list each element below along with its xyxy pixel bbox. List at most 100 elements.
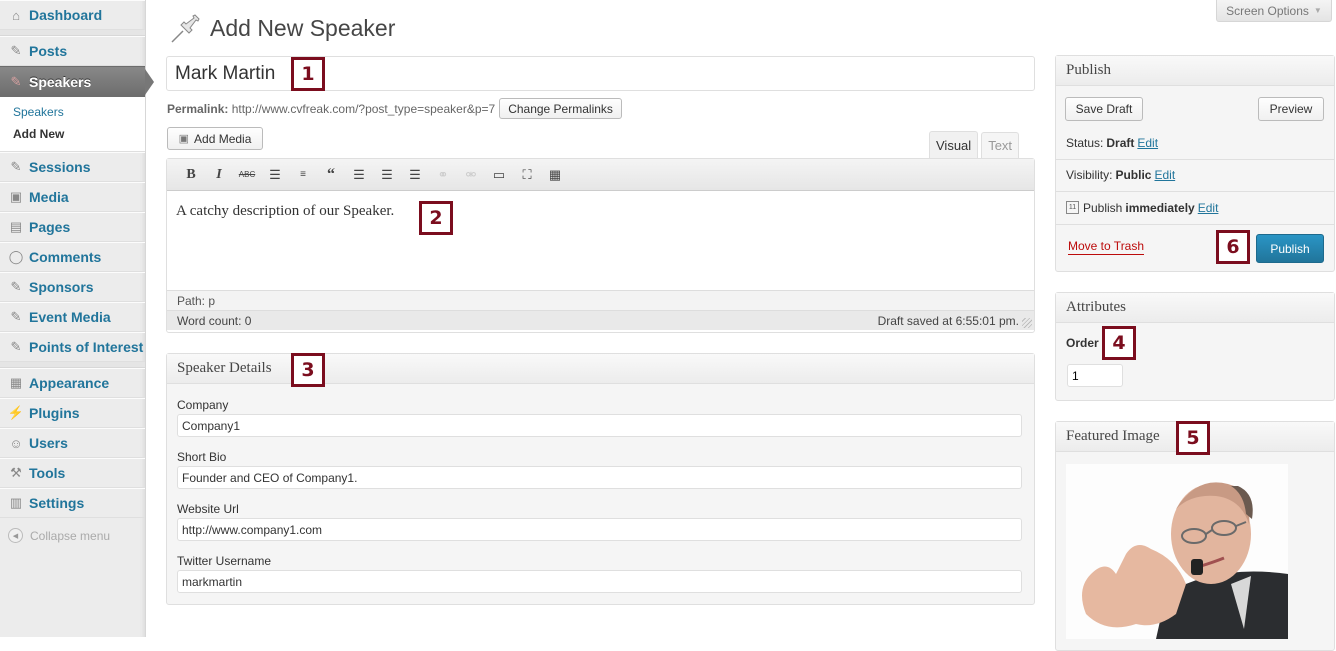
submenu-all-speakers[interactable]: Speakers (13, 101, 145, 123)
sidebar-item-pages[interactable]: ▤ Pages (0, 212, 145, 242)
featured-image[interactable] (1066, 464, 1288, 639)
draft-saved-status: Draft saved at 6:55:01 pm. (877, 314, 1019, 328)
editor-toolbar: B I ABC ☰ ≡ “ ☰ ☰ ☰ ⚭ ⚮ ▭ ⛶ ▦ (167, 159, 1034, 191)
resize-handle[interactable] (1022, 318, 1032, 328)
screen-options-label: Screen Options (1226, 3, 1309, 18)
sidebar-item-users[interactable]: ☺ Users (0, 428, 145, 458)
speakers-submenu: Speakers Add New (0, 97, 145, 152)
short-bio-input[interactable] (177, 466, 1022, 489)
sidebar-item-tools[interactable]: ⚒ Tools (0, 458, 145, 488)
align-left-button[interactable]: ☰ (345, 163, 373, 187)
sidebar-item-label: Sessions (29, 159, 91, 175)
sidebar-item-label: Sponsors (29, 279, 94, 295)
editor-path: Path: p (167, 290, 1034, 310)
screen-options-button[interactable]: Screen Options ▼ (1216, 0, 1332, 22)
move-to-trash-link[interactable]: Move to Trash (1068, 239, 1145, 255)
annotation-badge-5: 5 (1176, 421, 1210, 455)
align-center-button[interactable]: ☰ (373, 163, 401, 187)
publish-actions: Move to Trash Publish (1056, 224, 1334, 271)
sidebar-item-speakers[interactable]: ✎ Speakers (0, 66, 154, 97)
save-draft-button[interactable]: Save Draft (1065, 97, 1143, 121)
pushpin-icon: ✎ (10, 43, 22, 58)
calendar-icon: 11 (1066, 201, 1079, 214)
status-value: Draft (1106, 136, 1135, 150)
bullet-list-button[interactable]: ☰ (261, 163, 289, 187)
order-input[interactable] (1067, 364, 1123, 387)
sidebar-item-appearance[interactable]: ▦ Appearance (0, 368, 145, 398)
collapse-menu-button[interactable]: ◀ Collapse menu (0, 518, 145, 543)
featured-image-box: Featured Image (1055, 421, 1335, 651)
submenu-add-new[interactable]: Add New (13, 123, 145, 145)
kitchen-sink-icon: ▦ (548, 166, 562, 182)
website-url-input[interactable] (177, 518, 1022, 541)
pages-icon: ▤ (9, 219, 23, 234)
collapse-arrow-icon: ◀ (8, 528, 23, 543)
tab-visual[interactable]: Visual (929, 131, 979, 159)
attributes-box: Attributes Order (1055, 292, 1335, 401)
twitter-username-input[interactable] (177, 570, 1022, 593)
sidebar-item-label: Dashboard (29, 7, 103, 23)
permalink-url[interactable]: http://www.cvfreak.com/?post_type=speake… (232, 102, 495, 116)
sidebar-item-label: Pages (29, 219, 71, 235)
publish-date-value: immediately (1125, 200, 1195, 215)
sidebar-item-plugins[interactable]: ⚡ Plugins (0, 398, 145, 428)
bold-button[interactable]: B (177, 163, 205, 187)
fullscreen-button[interactable]: ⛶ (513, 163, 541, 187)
attributes-title: Attributes (1056, 293, 1334, 323)
remove-link-button[interactable]: ⚮ (457, 163, 485, 187)
sidebar-item-label: Media (29, 189, 69, 205)
publish-box: Publish Save Draft Preview Status: Draft… (1055, 55, 1335, 272)
edit-visibility-link[interactable]: Edit (1154, 168, 1175, 182)
company-label: Company (177, 398, 229, 412)
publish-button[interactable]: Publish (1256, 234, 1324, 263)
bullet-list-icon: ☰ (269, 166, 281, 182)
strikethrough-button[interactable]: ABC (233, 163, 261, 187)
appearance-icon: ▦ (9, 375, 23, 390)
insert-link-button[interactable]: ⚭ (429, 163, 457, 187)
sidebar-item-sponsors[interactable]: ✎ Sponsors (0, 272, 145, 302)
permalink-row: Permalink: http://www.cvfreak.com/?post_… (167, 98, 622, 119)
publish-box-title: Publish (1056, 56, 1334, 86)
dropdown-arrow-icon: ▼ (1313, 6, 1322, 15)
pushpin-icon: ✎ (10, 73, 22, 89)
sidebar-item-dashboard[interactable]: ⌂ Dashboard (0, 0, 145, 30)
insert-more-button[interactable]: ▭ (485, 163, 513, 187)
collapse-menu-label: Collapse menu (30, 528, 111, 543)
edit-publish-date-link[interactable]: Edit (1198, 201, 1219, 215)
sidebar-item-label: Plugins (29, 405, 80, 421)
sidebar-item-label: Appearance (29, 375, 110, 391)
annotation-badge-6: 6 (1216, 230, 1250, 264)
sidebar-item-points-of-interest[interactable]: ✎ Points of Interest (0, 332, 145, 362)
sidebar-item-sessions[interactable]: ✎ Sessions (0, 152, 145, 182)
annotation-badge-4: 4 (1102, 326, 1136, 360)
short-bio-label: Short Bio (177, 450, 227, 464)
website-url-label: Website Url (177, 502, 239, 516)
pushpin-icon: ✎ (10, 159, 22, 174)
sidebar-item-media[interactable]: ▣ Media (0, 182, 145, 212)
sidebar-item-settings[interactable]: ▥ Settings (0, 488, 145, 518)
pushpin-icon: ✎ (10, 309, 22, 324)
tab-text[interactable]: Text (981, 132, 1020, 158)
blockquote-button[interactable]: “ (317, 163, 345, 187)
numbered-list-button[interactable]: ≡ (289, 163, 317, 187)
company-input[interactable] (177, 414, 1022, 437)
publish-date-row: 11 Publish immediately Edit (1056, 191, 1334, 223)
sidebar-item-event-media[interactable]: ✎ Event Media (0, 302, 145, 332)
italic-button[interactable]: I (205, 163, 233, 187)
preview-button[interactable]: Preview (1258, 97, 1324, 121)
kitchen-sink-button[interactable]: ▦ (541, 163, 569, 187)
page-title: Add New Speaker (210, 14, 396, 41)
change-permalinks-button[interactable]: Change Permalinks (499, 98, 622, 119)
sidebar-item-label: Tools (29, 465, 66, 481)
editor-content[interactable]: A catchy description of our Speaker. (167, 191, 1034, 290)
sidebar-item-comments[interactable]: ◯ Comments (0, 242, 145, 272)
align-right-button[interactable]: ☰ (401, 163, 429, 187)
edit-status-link[interactable]: Edit (1137, 136, 1158, 150)
unlink-icon: ⚮ (465, 166, 477, 182)
pushpin-icon: ✎ (10, 339, 22, 354)
editor-tabs: Visual Text (929, 131, 1022, 159)
visibility-value: Public (1115, 168, 1152, 182)
add-media-button[interactable]: ▣ Add Media (167, 127, 263, 150)
sidebar-item-posts[interactable]: ✎ Posts (0, 36, 145, 66)
annotation-badge-3: 3 (291, 353, 325, 387)
